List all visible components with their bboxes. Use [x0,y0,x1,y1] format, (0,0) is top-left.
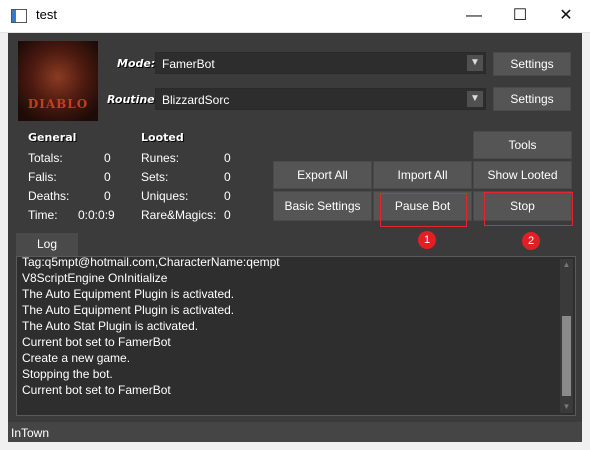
stat-value: 0 [224,151,231,165]
maximize-button[interactable]: ☐ [497,0,543,32]
main-panel: DIABLO Mode: FamerBot ▼ Settings Routine… [8,33,582,422]
window-title: test [36,7,57,22]
annotation-badge-2: 2 [522,232,540,250]
general-header: General [28,131,77,144]
scrollbar-thumb[interactable] [562,316,571,396]
minimize-button[interactable]: — [451,0,497,32]
log-line: Current bot set to FamerBot [22,335,171,349]
stat-value: 0 [104,189,111,203]
close-button[interactable]: ✕ [543,0,589,32]
log-line: The Auto Stat Plugin is activated. [22,319,199,333]
import-all-button[interactable]: Import All [373,161,472,189]
diablo-logo: DIABLO [18,41,98,121]
log-line: The Auto Equipment Plugin is activated. [22,303,235,317]
log-line: Tag:q5mpt@hotmail.com,CharacterName:qemp… [22,256,280,269]
stat-label: Totals: [28,151,63,165]
app-icon [11,9,27,23]
mode-select[interactable]: FamerBot ▼ [155,52,486,74]
stat-value: 0 [104,170,111,184]
stat-label: Runes: [141,151,180,165]
log-line: The Auto Equipment Plugin is activated. [22,287,235,301]
stat-value: 0 [224,170,231,184]
chevron-down-icon[interactable]: ▼ [467,91,483,107]
log-line: V8ScriptEngine OnInitialize [22,271,168,285]
stat-label: Sets: [141,170,169,184]
stat-label: Time: [28,208,58,222]
status-text: InTown [11,426,50,440]
mode-label: Mode: [117,57,156,70]
scroll-up-icon[interactable]: ▲ [560,259,573,271]
tools-button[interactable]: Tools [473,131,572,159]
stat-label: Rare&Magics: [141,208,217,222]
basic-settings-button[interactable]: Basic Settings [273,191,372,221]
log-line: Stopping the bot. [22,367,113,381]
logo-text: DIABLO [27,97,89,111]
looted-header: Looted [141,131,184,144]
log-line: Current bot set to FamerBot [22,383,171,397]
log-output: Tag:q5mpt@hotmail.com,CharacterName:qemp… [16,256,576,416]
routine-value: BlizzardSorc [162,93,230,107]
mode-settings-button[interactable]: Settings [493,52,571,76]
chevron-down-icon[interactable]: ▼ [467,55,483,71]
stat-value: 0:0:0:9 [78,208,115,222]
stat-label: Falis: [28,170,57,184]
annotation-badge-1: 1 [418,231,436,249]
pause-highlight-box [380,193,467,227]
log-scrollbar[interactable]: ▲ ▼ [560,259,573,413]
routine-select[interactable]: BlizzardSorc ▼ [155,88,486,110]
status-bar: InTown [8,422,582,442]
stat-value: 0 [224,208,231,222]
window-bottom-border [0,442,590,450]
routine-settings-button[interactable]: Settings [493,87,571,111]
export-all-button[interactable]: Export All [273,161,372,189]
mode-value: FamerBot [162,57,215,71]
stat-value: 0 [224,189,231,203]
stat-label: Uniques: [141,189,189,203]
routine-label: Routine: [107,93,160,106]
stop-highlight-box [484,192,573,226]
tab-log[interactable]: Log [16,233,78,256]
scroll-down-icon[interactable]: ▼ [560,401,573,413]
title-bar: test — ☐ ✕ [0,0,590,33]
log-line: Create a new game. [22,351,131,365]
stat-label: Deaths: [28,189,70,203]
stat-value: 0 [104,151,111,165]
show-looted-button[interactable]: Show Looted [473,161,572,189]
